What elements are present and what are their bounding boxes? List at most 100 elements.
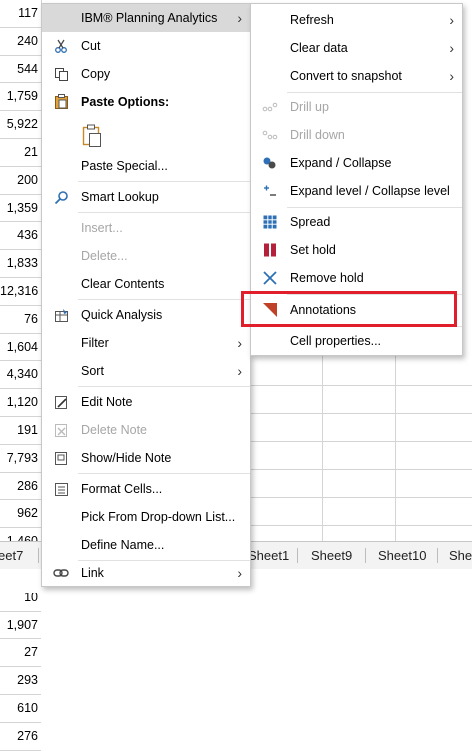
menu-separator [78, 386, 250, 387]
drill-up-icon [261, 98, 279, 116]
menu-item-define-name[interactable]: Define Name... [42, 531, 250, 559]
sheet-tab[interactable]: eet7 [0, 542, 23, 569]
menu-item-pick-from-dropdown[interactable]: Pick From Drop-down List... [42, 503, 250, 531]
submenu-item-expand-collapse[interactable]: Expand / Collapse [251, 149, 462, 177]
menu-item-edit-note[interactable]: Edit Note [42, 388, 250, 416]
menu-item-label: Copy [81, 67, 111, 81]
close-icon [261, 269, 279, 287]
context-menu: IBM® Planning Analytics › Cut Copy Paste… [41, 3, 251, 587]
menu-item-label: Delete... [81, 249, 128, 263]
menu-item-insert[interactable]: Insert... [42, 214, 250, 242]
cell[interactable]: 1,907 [0, 612, 41, 640]
menu-item-sort[interactable]: Sort › [42, 357, 250, 385]
submenu-item-cell-properties[interactable]: Cell properties... [251, 327, 462, 355]
menu-item-label: Clear Contents [81, 277, 165, 291]
cell[interactable]: 293 [0, 667, 41, 695]
submenu-item-spread[interactable]: Spread [251, 208, 462, 236]
show-note-icon [52, 449, 70, 467]
edit-note-icon [52, 393, 70, 411]
cell[interactable]: 200 [0, 167, 41, 195]
cell[interactable]: 117 [0, 0, 41, 28]
cell[interactable]: 4,340 [0, 361, 41, 390]
cell[interactable]: 544 [0, 56, 41, 84]
submenu-item-drill-down[interactable]: Drill down [251, 121, 462, 149]
format-cells-icon [52, 480, 70, 498]
menu-item-ibm-planning-analytics[interactable]: IBM® Planning Analytics › [42, 4, 250, 32]
menu-item-label: Insert... [81, 221, 123, 235]
menu-item-quick-analysis[interactable]: Quick Analysis [42, 301, 250, 329]
tab-divider [38, 548, 39, 563]
cell[interactable]: 5,922 [0, 111, 41, 139]
expand-level-icon [261, 182, 279, 200]
grid-line [322, 355, 323, 541]
cell[interactable]: 27 [0, 639, 41, 668]
grid-line [250, 497, 472, 498]
submenu-item-expand-level[interactable]: Expand level / Collapse level [251, 177, 462, 205]
link-icon [52, 564, 70, 582]
cell[interactable]: 610 [0, 695, 41, 723]
menu-item-label: Expand level / Collapse level [290, 184, 450, 198]
cell[interactable]: 240 [0, 28, 41, 56]
delete-note-icon [52, 421, 70, 439]
chevron-right-icon: › [449, 12, 454, 28]
menu-item-label: Set hold [290, 243, 336, 257]
cell[interactable]: 1,359 [0, 195, 41, 223]
menu-item-label: Expand / Collapse [290, 156, 392, 170]
menu-item-link[interactable]: Link › [42, 559, 250, 587]
menu-item-smart-lookup[interactable]: Smart Lookup [42, 183, 250, 211]
cell[interactable]: 76 [0, 306, 41, 334]
menu-item-delete-note[interactable]: Delete Note [42, 416, 250, 444]
chevron-right-icon: › [449, 40, 454, 56]
grid-line [395, 355, 396, 541]
copy-icon [52, 65, 70, 83]
cell[interactable]: 191 [0, 417, 41, 445]
submenu-item-refresh[interactable]: Refresh › [251, 6, 462, 34]
menu-item-format-cells[interactable]: Format Cells... [42, 475, 250, 503]
cell[interactable]: 962 [0, 500, 41, 529]
grid-line [250, 385, 472, 386]
menu-item-label: Sort [81, 364, 104, 378]
submenu-item-set-hold[interactable]: Set hold [251, 236, 462, 264]
cell[interactable]: 1,759 [0, 83, 41, 112]
cell[interactable]: 1,604 [0, 334, 41, 362]
sheet-tab[interactable]: Sheet9 [311, 542, 352, 569]
sheet-tab[interactable]: Sheet1 [248, 542, 289, 569]
submenu-item-convert-to-snapshot[interactable]: Convert to snapshot › [251, 62, 462, 90]
menu-item-cut[interactable]: Cut [42, 32, 250, 60]
menu-item-label: Clear data [290, 41, 348, 55]
menu-item-label: Drill up [290, 100, 329, 114]
menu-item-label: Paste Options: [81, 95, 170, 109]
menu-separator [78, 212, 250, 213]
spread-grid-icon [261, 213, 279, 231]
menu-item-paste-special[interactable]: Paste Special... [42, 152, 250, 180]
menu-item-filter[interactable]: Filter › [42, 329, 250, 357]
paste-button[interactable] [42, 119, 250, 153]
cell[interactable]: 7,793 [0, 445, 41, 473]
menu-item-label: Define Name... [81, 538, 165, 552]
cell[interactable]: 1,120 [0, 389, 41, 417]
highlight-box [241, 291, 457, 327]
menu-item-label: Quick Analysis [81, 308, 163, 322]
menu-item-label: Paste Special... [81, 159, 168, 173]
clipboard-paste-icon [81, 124, 103, 148]
quick-analysis-icon [52, 306, 70, 324]
menu-item-delete[interactable]: Delete... [42, 242, 250, 270]
submenu-item-drill-up[interactable]: Drill up [251, 93, 462, 121]
cell[interactable]: 1,833 [0, 250, 41, 278]
cell[interactable]: 276 [0, 723, 41, 751]
submenu-item-clear-data[interactable]: Clear data › [251, 34, 462, 62]
chevron-right-icon: › [237, 335, 242, 351]
cell[interactable]: 12,316 [0, 278, 41, 306]
menu-item-clear-contents[interactable]: Clear Contents [42, 270, 250, 298]
sheet-tab[interactable]: Sheet10 [378, 542, 426, 569]
sheet-tab[interactable]: She [449, 542, 472, 569]
paste-options-header: Paste Options: [42, 88, 250, 116]
submenu-item-remove-hold[interactable]: Remove hold [251, 264, 462, 292]
cell[interactable]: 436 [0, 222, 41, 251]
cell[interactable]: 21 [0, 139, 41, 167]
chevron-right-icon: › [237, 565, 242, 581]
cell[interactable]: 286 [0, 473, 41, 501]
menu-item-copy[interactable]: Copy [42, 60, 250, 88]
menu-item-show-hide-note[interactable]: Show/Hide Note [42, 444, 250, 472]
menu-item-label: Format Cells... [81, 482, 163, 496]
